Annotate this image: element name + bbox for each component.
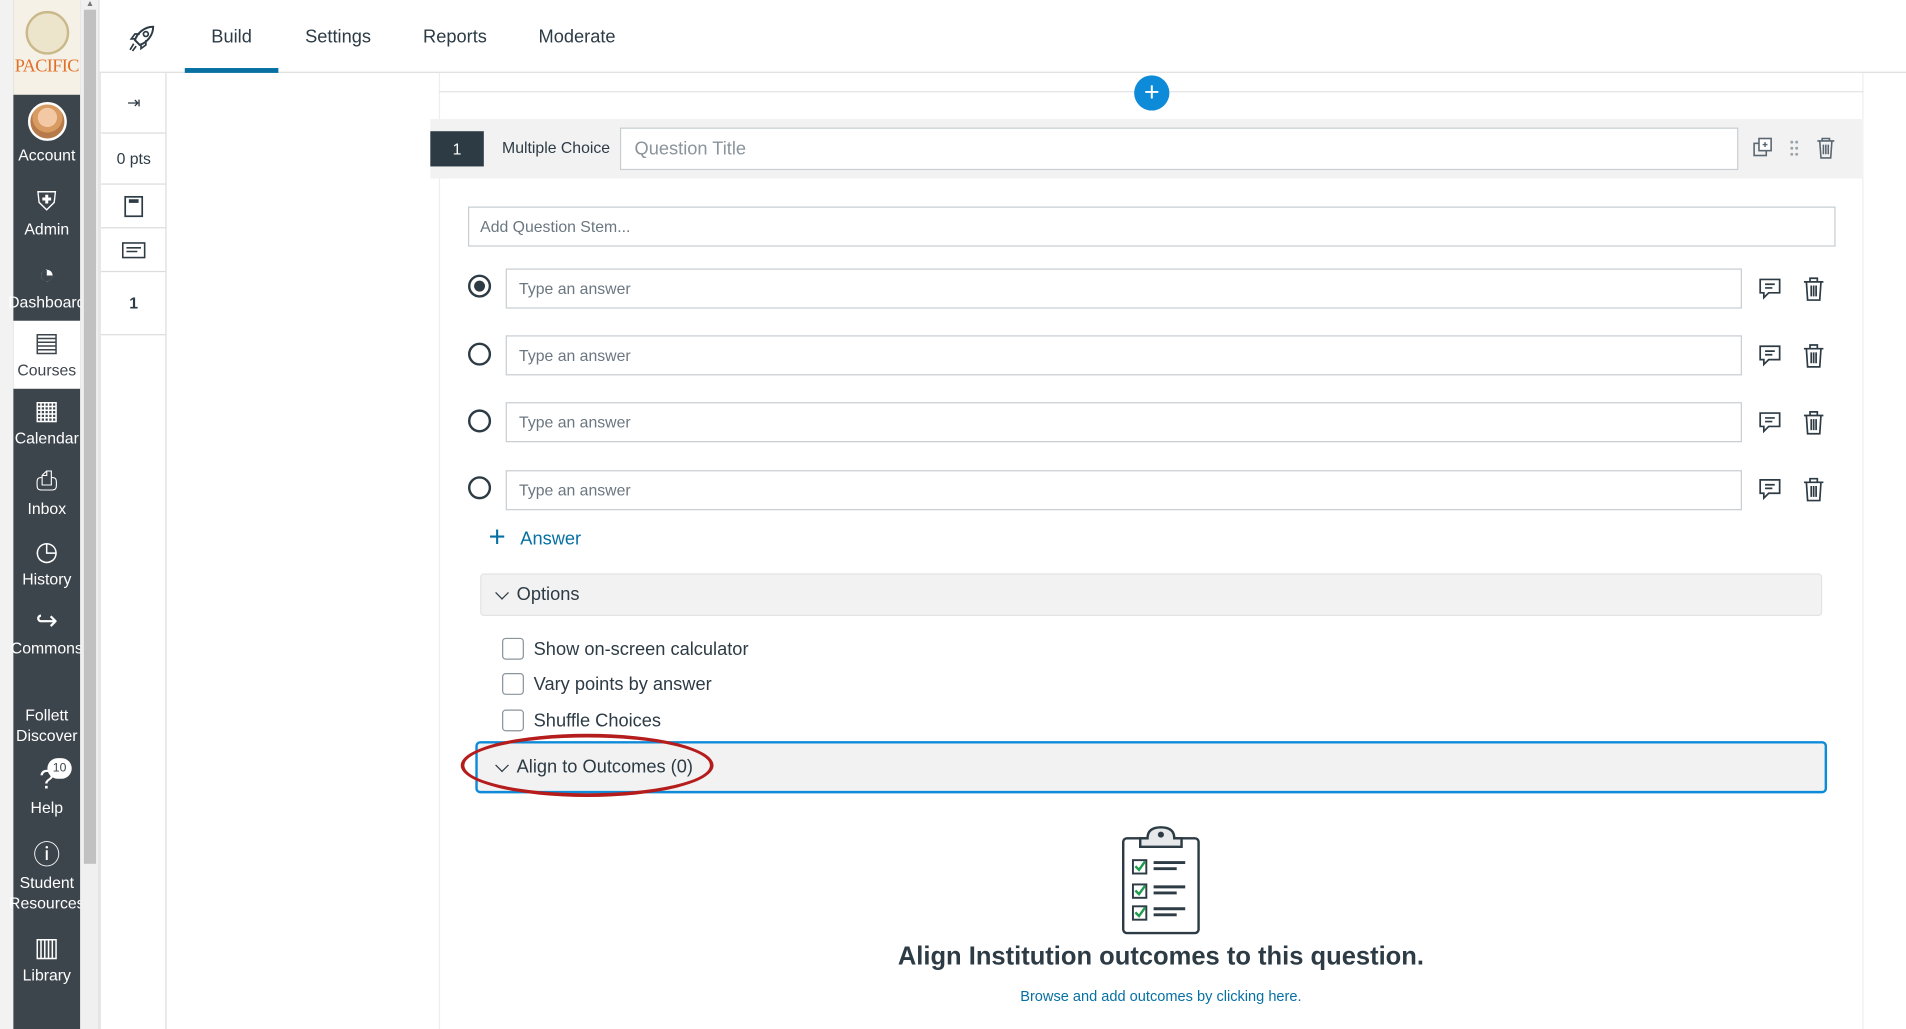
nav-commons[interactable]: ↪ Commons [10, 604, 83, 659]
nav-courses[interactable]: ▤ Courses [13, 320, 81, 389]
nav-inbox[interactable]: ⎙ Inbox [13, 464, 80, 519]
nav-scrollbar-thumb[interactable] [83, 9, 97, 864]
commons-icon: ↪ [35, 605, 59, 636]
app-stage: PACIFIC Account ⛨ Admin ◔ Dashboard ▤ Co… [0, 0, 1906, 1029]
answer-radio[interactable] [468, 342, 492, 366]
nav-label: Library [22, 965, 71, 985]
notification-badge: 10 [47, 758, 72, 779]
option-label: Shuffle Choices [533, 710, 662, 731]
nav-help[interactable]: ? 10 Help [13, 758, 80, 818]
nav-student-resources[interactable]: ⓘ Student Resources [9, 838, 85, 913]
nav-label: Calendar [14, 428, 79, 448]
plus-icon: + [488, 521, 506, 554]
options-toggle[interactable]: Options [480, 573, 1823, 616]
expand-rail-icon[interactable]: ⇥ [100, 73, 167, 134]
nav-calendar[interactable]: ▦ Calendar [13, 394, 80, 449]
nav-history[interactable]: ◷ History [13, 535, 80, 590]
nav-label: Help [30, 798, 64, 817]
passage-icon[interactable] [100, 228, 167, 273]
nav-admin[interactable]: ⛨ Admin [13, 185, 80, 240]
trash-icon[interactable] [1800, 476, 1827, 503]
answer-input[interactable]: Type an answer [505, 335, 1742, 376]
answer-input[interactable]: Type an answer [505, 470, 1742, 511]
answer-radio[interactable] [468, 476, 492, 500]
trash-icon[interactable] [1800, 409, 1827, 436]
global-nav: PACIFIC Account ⛨ Admin ◔ Dashboard ▤ Co… [8, 0, 85, 1029]
trash-icon[interactable] [1815, 136, 1837, 160]
feedback-icon[interactable] [1757, 476, 1784, 503]
option-label: Vary points by answer [533, 673, 712, 695]
question-number: 1 [430, 131, 484, 167]
feedback-icon[interactable] [1757, 343, 1784, 370]
outcomes-empty-title: Align Institution outcomes to this quest… [897, 942, 1424, 971]
feedback-icon[interactable] [1757, 276, 1784, 303]
checkbox[interactable] [502, 637, 524, 660]
calendar-icon: ▦ [34, 394, 60, 426]
options-label: Options [516, 584, 580, 606]
shield-icon: ⛨ [36, 185, 57, 217]
nav-dashboard[interactable]: ◔ Dashboard [8, 258, 85, 313]
question-rail: ⇥ 0 pts 1 [99, 72, 167, 1029]
tab-reports[interactable]: Reports [423, 0, 487, 73]
correct-answer-radio[interactable] [468, 274, 492, 298]
nav-label: Courses [17, 360, 77, 380]
drag-handle-icon[interactable] [1783, 136, 1805, 160]
checkbox[interactable] [502, 673, 524, 695]
option-calculator[interactable]: Show on-screen calculator [502, 637, 749, 660]
answer-input[interactable]: Type an answer [505, 402, 1742, 443]
rocket-icon[interactable] [126, 22, 158, 54]
logo-text: PACIFIC [14, 56, 80, 76]
nav-label: History [22, 569, 72, 589]
align-outcomes-toggle[interactable]: Align to Outcomes (0) [475, 741, 1828, 794]
browse-outcomes-link[interactable]: Browse and add outcomes by clicking here… [729, 988, 1592, 1005]
nav-library[interactable]: ▥ Library [13, 931, 80, 986]
tab-settings[interactable]: Settings [305, 0, 371, 73]
trash-icon[interactable] [1800, 343, 1827, 370]
library-icon: ▥ [34, 931, 60, 963]
exclamation-icon: ⓘ [33, 839, 61, 870]
seal-icon [24, 10, 69, 55]
nav-label: Dashboard [8, 292, 86, 312]
option-label: Show on-screen calculator [533, 638, 749, 660]
question-nav-item[interactable]: 1 [100, 272, 167, 336]
chevron-down-icon [495, 757, 509, 772]
nav-account[interactable]: Account [13, 102, 80, 165]
institution-logo[interactable]: PACIFIC [13, 0, 81, 95]
clock-icon: ◷ [35, 535, 59, 567]
trash-icon[interactable] [1800, 276, 1827, 303]
quiz-toolbar: Build Settings Reports Moderate [99, 0, 1906, 73]
feedback-icon[interactable] [1757, 409, 1784, 436]
question-title-input[interactable]: Question Title [619, 127, 1739, 171]
points-total: 0 pts [100, 134, 167, 185]
nav-label: Inbox [27, 499, 67, 518]
calculator-icon[interactable] [100, 185, 167, 229]
option-shuffle-choices[interactable]: Shuffle Choices [502, 709, 662, 732]
inbox-icon: ⎙ [36, 465, 58, 496]
answer-radio[interactable] [468, 409, 492, 433]
chevron-down-icon [495, 585, 509, 600]
option-vary-points[interactable]: Vary points by answer [502, 673, 712, 695]
nav-label: Account [18, 145, 76, 165]
add-question-button[interactable]: + [1134, 75, 1170, 111]
align-outcomes-label: Align to Outcomes (0) [516, 756, 693, 778]
tab-build[interactable]: Build [184, 0, 279, 73]
nav-label: Commons [10, 639, 83, 658]
duplicate-icon[interactable] [1752, 136, 1774, 160]
question-type: Multiple Choice [502, 138, 611, 157]
nav-follett-discover[interactable]: Follett Discover [13, 705, 80, 746]
book-icon: ▤ [34, 326, 60, 358]
clipboard-checklist-icon [1121, 826, 1200, 935]
answer-input[interactable]: Type an answer [505, 268, 1742, 309]
nav-label: Student Resources [9, 873, 85, 913]
nav-label: Admin [24, 219, 70, 239]
add-answer-button[interactable]: + Answer [488, 521, 582, 554]
dashboard-icon: ◔ [38, 258, 55, 290]
add-answer-label: Answer [520, 527, 582, 549]
checkbox[interactable] [502, 709, 524, 732]
nav-label: Follett Discover [16, 705, 78, 745]
tab-moderate[interactable]: Moderate [539, 0, 616, 73]
avatar [27, 102, 67, 141]
question-stem-input[interactable]: Add Question Stem... [468, 206, 1836, 247]
